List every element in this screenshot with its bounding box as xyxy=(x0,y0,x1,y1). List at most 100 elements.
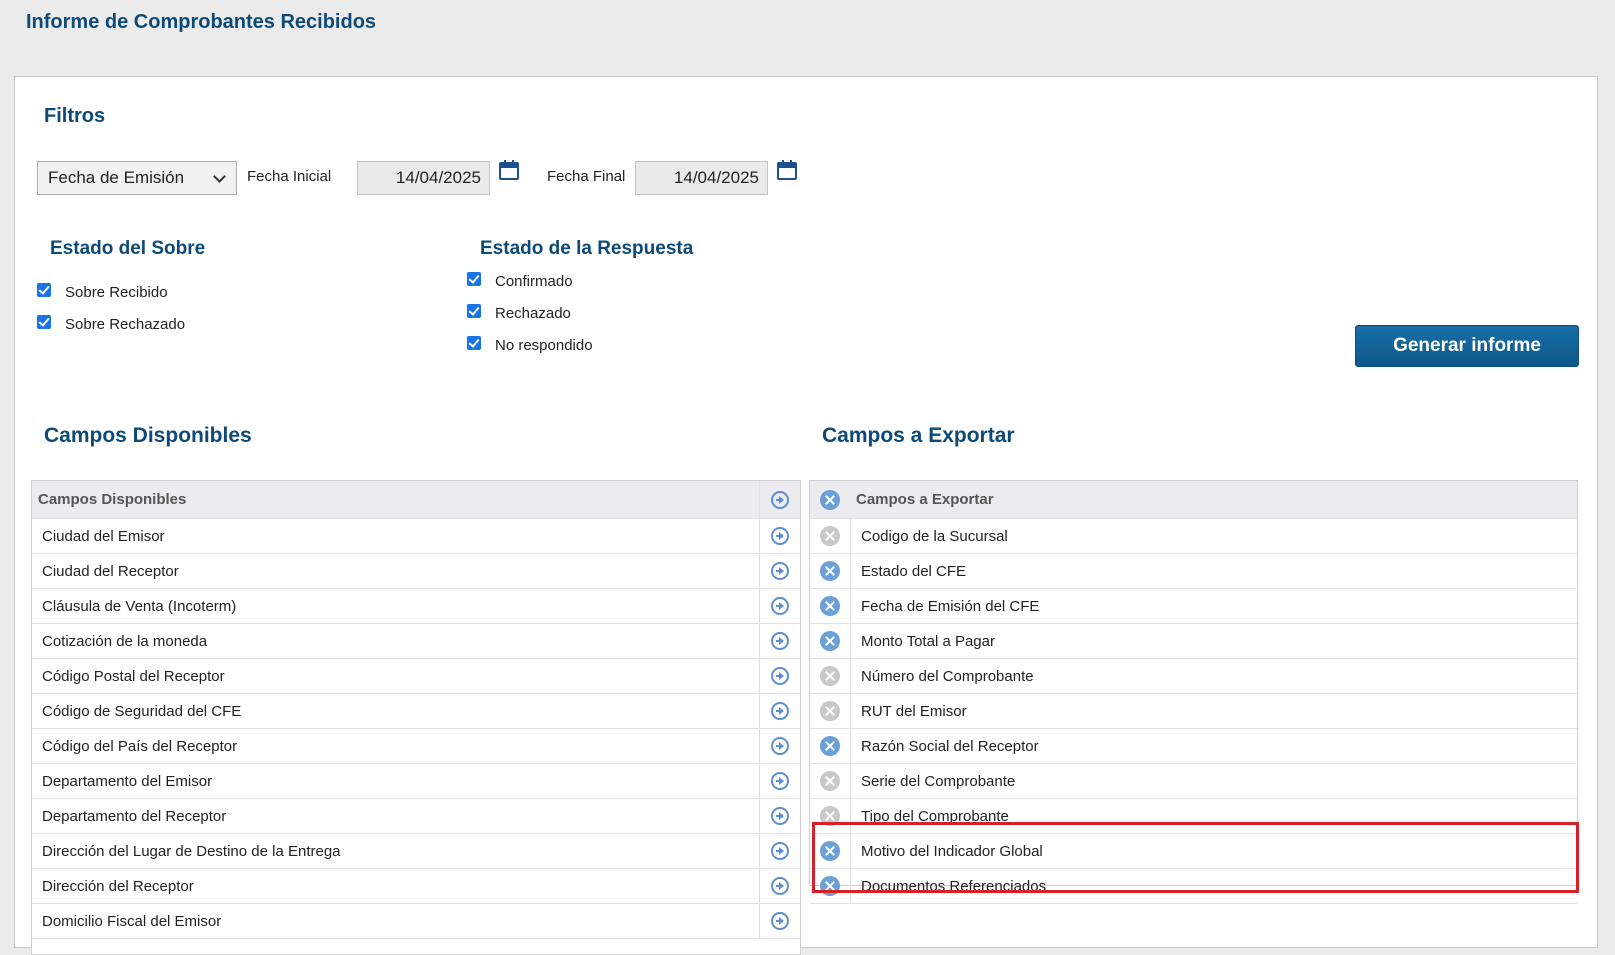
checkbox-sobre-rechazado[interactable]: Sobre Rechazado xyxy=(37,314,185,333)
add-all-button[interactable] xyxy=(759,481,800,518)
add-field-button[interactable] xyxy=(759,589,800,623)
add-field-button[interactable] xyxy=(759,624,800,658)
checkbox-rechazado[interactable]: Rechazado xyxy=(467,303,571,322)
remove-all-button[interactable] xyxy=(810,481,850,518)
add-field-button[interactable] xyxy=(759,554,800,588)
checkbox-checked[interactable] xyxy=(467,303,481,318)
close-circle-icon xyxy=(820,736,840,756)
export-fields-title: Campos a Exportar xyxy=(822,424,1015,447)
add-field-button[interactable] xyxy=(759,729,800,763)
header-label: Campos a Exportar xyxy=(856,491,994,508)
field-label: Dirección del Lugar de Destino de la Ent… xyxy=(42,842,341,860)
calendar-icon[interactable] xyxy=(498,159,520,181)
checkbox-checked[interactable] xyxy=(37,282,51,297)
arrow-right-circle-icon xyxy=(771,877,789,895)
header-label: Campos Disponibles xyxy=(38,491,187,508)
list-item[interactable]: Fecha de Emisión del CFE xyxy=(810,589,1577,624)
remove-field-button xyxy=(810,659,851,693)
field-label: Código Postal del Receptor xyxy=(42,667,225,685)
add-field-button[interactable] xyxy=(759,869,800,903)
arrow-right-circle-icon xyxy=(771,632,789,650)
arrow-right-circle-icon xyxy=(771,702,789,720)
available-fields-table: Campos Disponibles Ciudad del Emisor Ciud… xyxy=(31,480,801,955)
start-date-label: Fecha Inicial xyxy=(247,168,332,185)
list-item[interactable]: Codigo de la Sucursal xyxy=(810,519,1577,554)
field-label: Ciudad del Emisor xyxy=(42,527,165,545)
list-item[interactable]: Código Postal del Receptor xyxy=(32,659,800,694)
remove-field-button[interactable] xyxy=(810,589,851,623)
checkbox-label: Sobre Recibido xyxy=(65,284,168,301)
list-item[interactable]: Número del Comprobante xyxy=(810,659,1577,694)
field-label: Ciudad del Receptor xyxy=(42,562,179,580)
list-item[interactable]: Dirección del Lugar de Destino de la Ent… xyxy=(32,834,800,869)
start-date-input[interactable]: 14/04/2025 xyxy=(357,161,490,195)
checkbox-sobre-recibido[interactable]: Sobre Recibido xyxy=(37,282,168,301)
field-label: Código del País del Receptor xyxy=(42,737,238,755)
list-item[interactable]: Domicilio Fiscal del Emisor xyxy=(32,904,800,939)
remove-field-button xyxy=(810,519,851,553)
page-title: Informe de Comprobantes Recibidos xyxy=(26,11,377,33)
estado-sobre-title: Estado del Sobre xyxy=(50,238,206,259)
checkbox-checked[interactable] xyxy=(467,335,481,350)
arrow-right-circle-icon xyxy=(771,667,789,685)
field-label: RUT del Emisor xyxy=(861,702,967,720)
close-circle-icon xyxy=(820,666,840,686)
table-header: Campos Disponibles xyxy=(32,481,800,519)
remove-field-button[interactable] xyxy=(810,554,851,588)
checkbox-no-respondido[interactable]: No respondido xyxy=(467,335,593,354)
list-item[interactable]: Monto Total a Pagar xyxy=(810,624,1577,659)
close-circle-icon xyxy=(820,489,840,510)
calendar-icon[interactable] xyxy=(776,159,798,181)
field-label: Dirección del Receptor xyxy=(42,877,194,895)
list-item[interactable]: Departamento del Emisor xyxy=(32,764,800,799)
chevron-down-icon xyxy=(213,169,226,183)
checkbox-confirmado[interactable]: Confirmado xyxy=(467,271,573,290)
add-field-button[interactable] xyxy=(759,659,800,693)
field-label: Cotización de la moneda xyxy=(42,632,208,650)
list-item[interactable]: Razón Social del Receptor xyxy=(810,729,1577,764)
table-header: Campos a Exportar xyxy=(810,481,1577,519)
field-label: Monto Total a Pagar xyxy=(861,632,995,650)
add-field-button[interactable] xyxy=(759,694,800,728)
end-date-input[interactable]: 14/04/2025 xyxy=(635,161,768,195)
field-label: Departamento del Emisor xyxy=(42,772,213,790)
field-label: Domicilio Fiscal del Emisor xyxy=(42,912,222,930)
checkbox-checked[interactable] xyxy=(467,271,481,286)
highlight-box xyxy=(812,822,1579,893)
generate-report-button[interactable]: Generar informe xyxy=(1355,325,1579,367)
remove-field-button xyxy=(810,764,851,798)
list-item[interactable]: RUT del Emisor xyxy=(810,694,1577,729)
add-field-button[interactable] xyxy=(759,799,800,833)
remove-field-button[interactable] xyxy=(810,624,851,658)
field-label: Estado del CFE xyxy=(861,562,967,580)
list-item[interactable]: Serie del Comprobante xyxy=(810,764,1577,799)
list-item[interactable]: Cotización de la moneda xyxy=(32,624,800,659)
close-circle-icon xyxy=(820,526,840,546)
arrow-right-circle-icon xyxy=(771,562,789,580)
add-field-button[interactable] xyxy=(759,834,800,868)
remove-field-button[interactable] xyxy=(810,729,851,763)
list-item[interactable]: Departamento del Receptor xyxy=(32,799,800,834)
arrow-right-circle-icon xyxy=(771,842,789,860)
add-field-button[interactable] xyxy=(759,519,800,553)
list-item[interactable]: Ciudad del Emisor xyxy=(32,519,800,554)
list-item[interactable]: Cláusula de Venta (Incoterm) xyxy=(32,589,800,624)
arrow-right-circle-icon xyxy=(771,490,789,509)
date-type-select[interactable]: Fecha de Emisión xyxy=(37,161,237,195)
close-circle-icon xyxy=(820,631,840,651)
list-item[interactable]: Código del País del Receptor xyxy=(32,729,800,764)
field-label: Razón Social del Receptor xyxy=(861,737,1039,755)
checkbox-checked[interactable] xyxy=(37,314,51,329)
list-item[interactable]: Ciudad del Receptor xyxy=(32,554,800,589)
available-fields-title: Campos Disponibles xyxy=(44,424,252,447)
list-item[interactable]: Dirección del Receptor xyxy=(32,869,800,904)
arrow-right-circle-icon xyxy=(771,912,789,930)
field-label: Serie del Comprobante xyxy=(861,772,1016,790)
list-item[interactable]: Código de Seguridad del CFE xyxy=(32,694,800,729)
field-label: Código de Seguridad del CFE xyxy=(42,702,242,720)
add-field-button[interactable] xyxy=(759,904,800,938)
filters-title: Filtros xyxy=(44,105,106,127)
close-circle-icon xyxy=(820,596,840,616)
list-item[interactable]: Estado del CFE xyxy=(810,554,1577,589)
add-field-button[interactable] xyxy=(759,764,800,798)
